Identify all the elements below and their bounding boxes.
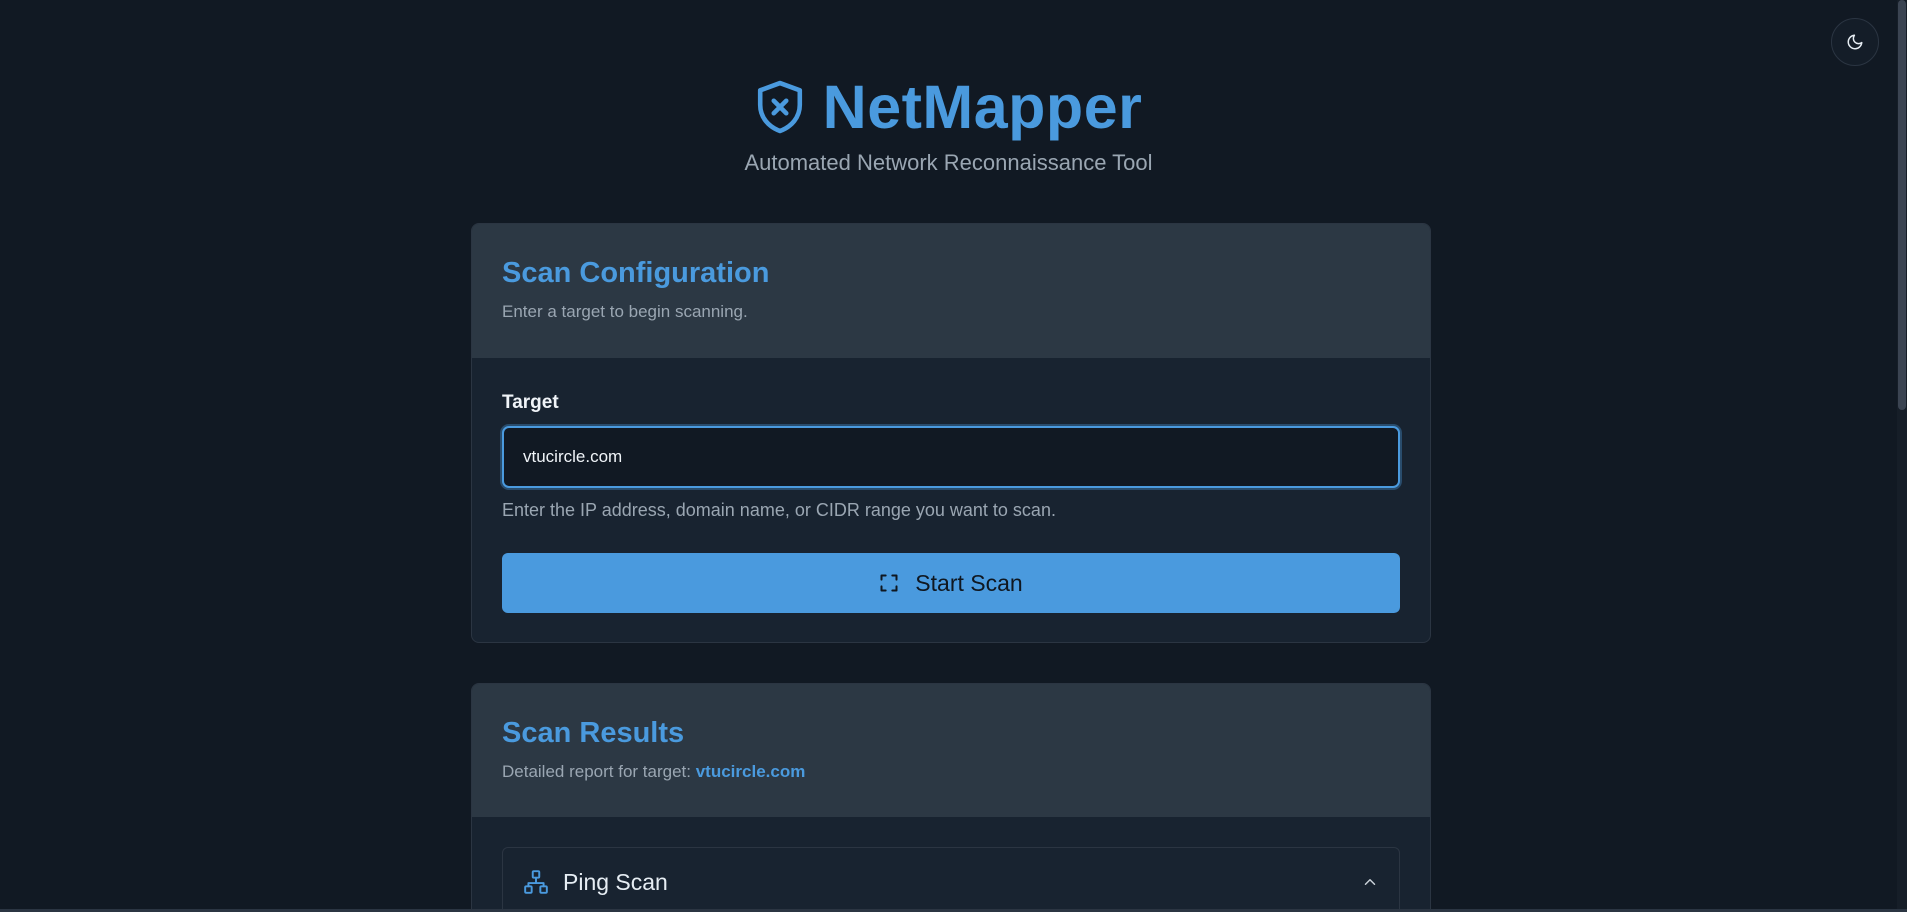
card-description: Enter a target to begin scanning. bbox=[502, 302, 748, 321]
target-input[interactable] bbox=[523, 447, 1383, 467]
start-scan-label: Start Scan bbox=[915, 569, 1023, 596]
target-help-text: Enter the IP address, domain name, or CI… bbox=[502, 500, 1056, 520]
target-input-wrapper bbox=[502, 426, 1400, 488]
ping-scan-section-header[interactable]: Ping Scan bbox=[502, 847, 1400, 912]
card-title: Scan Results bbox=[502, 717, 685, 749]
scan-results-card: Scan Results Detailed report for target:… bbox=[471, 683, 1431, 912]
card-title: Scan Configuration bbox=[502, 257, 770, 289]
start-scan-button[interactable]: Start Scan bbox=[502, 553, 1400, 613]
page: NetMapper Automated Network Reconnaissan… bbox=[0, 0, 1907, 912]
app-title: NetMapper bbox=[822, 73, 1143, 141]
app-header: NetMapper Automated Network Reconnaissan… bbox=[0, 72, 1897, 176]
card-header: Scan Results Detailed report for target:… bbox=[472, 684, 1430, 817]
shield-x-icon bbox=[757, 80, 802, 134]
card-body: Target Enter the IP address, domain name… bbox=[472, 358, 1430, 642]
results-target: vtucircle.com bbox=[695, 762, 806, 781]
brand: NetMapper bbox=[755, 72, 1143, 142]
scan-configuration-card: Scan Configuration Enter a target to beg… bbox=[471, 223, 1431, 643]
scrollbar[interactable] bbox=[1897, 0, 1907, 912]
network-icon bbox=[524, 870, 548, 894]
app-subtitle: Automated Network Reconnaissance Tool bbox=[744, 150, 1153, 175]
card-body: Ping Scan bbox=[472, 817, 1430, 912]
target-label: Target bbox=[502, 392, 559, 413]
chevron-up-icon[interactable] bbox=[1361, 873, 1379, 891]
scrollbar-thumb[interactable] bbox=[1898, 0, 1906, 410]
card-header: Scan Configuration Enter a target to beg… bbox=[472, 224, 1430, 358]
card-description: Detailed report for target: vtucircle.co… bbox=[502, 762, 1400, 782]
theme-toggle-button[interactable] bbox=[1831, 18, 1879, 66]
ping-scan-title: Ping Scan bbox=[563, 868, 668, 895]
results-description-prefix: Detailed report for target: bbox=[502, 762, 691, 781]
scan-frame-icon bbox=[880, 574, 898, 592]
moon-icon bbox=[1847, 34, 1863, 50]
